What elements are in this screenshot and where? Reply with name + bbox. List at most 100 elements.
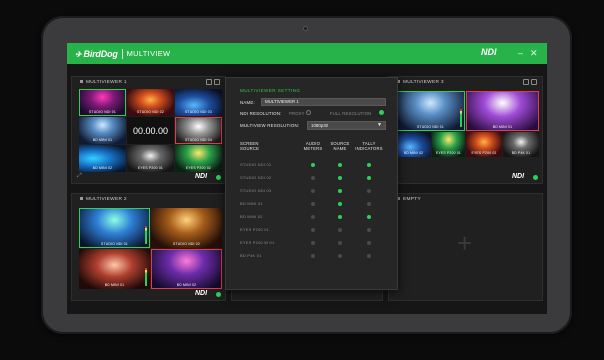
panel-title: MULTIVIEWER 2 [80, 197, 127, 202]
name-label: NAME: [240, 100, 255, 105]
tile-label: STUDIO NDI 04 [185, 138, 212, 142]
multiview-resolution-select[interactable]: 1080p30 ▼ [307, 121, 386, 130]
source-tile[interactable]: BD P4K 01 [503, 132, 539, 157]
birddog-logo: BirdDog [75, 49, 118, 59]
dialog-title: MULTIVIEWER SETTING [240, 88, 301, 93]
source-tile[interactable]: STUDIO NDI 01 [396, 91, 465, 131]
source-tile[interactable]: STUDIO NDI 02 [127, 89, 174, 116]
empty-panel[interactable]: EMPTY + [388, 193, 543, 301]
source-name-toggle[interactable] [338, 162, 342, 167]
panel-header: MULTIVIEWER 1 [72, 77, 225, 89]
add-multiviewer-icon[interactable]: + [457, 228, 472, 259]
tally-toggle[interactable] [367, 214, 371, 219]
tile-label: EYES P200 02 [185, 166, 212, 170]
tile-label: BD MINI 01 [492, 125, 513, 129]
tile-label: STUDIO NDI 01 [101, 242, 128, 246]
tile-label: BD MINI 01 [104, 283, 125, 287]
source-name-toggle[interactable] [338, 188, 342, 193]
tally-toggle[interactable] [367, 253, 371, 258]
tally-toggle[interactable] [367, 175, 371, 180]
brand: BirdDog MULTIVIEW [75, 47, 170, 60]
source-tile[interactable]: BD MINI 02 [396, 132, 431, 157]
fullscreen-icon[interactable] [531, 79, 537, 85]
source-name-toggle[interactable] [338, 227, 342, 232]
product-name: MULTIVIEW [126, 49, 171, 58]
source-tile[interactable]: BD MINI 01 [79, 249, 150, 289]
audio-toggle[interactable] [311, 188, 315, 193]
multiviewer-settings-dialog: MULTIVIEWER SETTING NAME: MULTIVIEWER 1 … [225, 77, 398, 290]
multiview-resolution-label: MULTIVIEW RESOLUTION: [240, 123, 300, 128]
status-indicator [216, 292, 221, 297]
source-tile[interactable]: STUDIO NDI 03 [175, 89, 222, 116]
proxy-option-label: PROXY [289, 111, 305, 116]
camera-lens [303, 26, 308, 31]
column-header-tally: TALLY INDICATORS [355, 141, 383, 151]
ndi-resolution-label: NDI RESOLUTION: [240, 111, 282, 116]
proxy-radio[interactable] [306, 110, 311, 115]
source-name-toggle[interactable] [338, 175, 342, 180]
audio-toggle[interactable] [311, 227, 315, 232]
tile-label: STUDIO NDI 01 [417, 125, 444, 129]
tally-toggle[interactable] [367, 201, 371, 206]
source-name-toggle[interactable] [338, 201, 342, 206]
settings-icon[interactable] [523, 79, 529, 85]
minimize-button[interactable]: – [518, 47, 523, 59]
panel-header: MULTIVIEWER 3 [389, 77, 542, 89]
source-tile[interactable]: BD MINI 02 [79, 145, 126, 172]
source-name-toggle[interactable] [338, 240, 342, 245]
audio-toggle[interactable] [311, 162, 315, 167]
fullscreen-icon[interactable] [214, 79, 220, 85]
settings-icon[interactable] [206, 79, 212, 85]
ndi-logo: NDI [481, 47, 497, 57]
tally-toggle[interactable] [367, 240, 371, 245]
source-tile[interactable]: STUDIO NDI 02 [151, 208, 222, 248]
ndi-logo: NDI [195, 173, 208, 180]
tile-label: BD MINI 01 [92, 138, 113, 142]
status-indicator [216, 175, 221, 180]
panel-controls [523, 79, 537, 85]
source-name-toggle[interactable] [338, 253, 342, 258]
audio-toggle[interactable] [311, 253, 315, 258]
tile-label: BD MINI 02 [176, 283, 197, 287]
source-tile[interactable]: STUDIO NDI 04 [175, 117, 222, 144]
full-resolution-radio[interactable] [379, 110, 384, 115]
source-tile[interactable]: EYES P200 01 [432, 132, 465, 157]
audio-toggle[interactable] [311, 214, 315, 219]
tally-toggle[interactable] [367, 188, 371, 193]
audio-toggle[interactable] [311, 175, 315, 180]
source-tile[interactable]: STUDIO NDI 01 [79, 89, 126, 116]
name-input[interactable]: MULTIVIEWER 1 [261, 98, 386, 106]
column-header-source: SCREEN SOURCE [240, 141, 260, 151]
source-name: STUDIO NDI 03 [240, 188, 272, 193]
panel-controls [206, 79, 220, 85]
audio-toggle[interactable] [311, 240, 315, 245]
source-tile[interactable]: EYES P200 01 [127, 145, 174, 172]
source-name: BD MINI 01 [240, 201, 263, 206]
audio-meter [145, 226, 147, 244]
panel-title: MULTIVIEWER 1 [80, 80, 127, 85]
multiviewer-panel-3[interactable]: MULTIVIEWER 3 STUDIO NDI 01 BD MINI 01 B… [388, 76, 543, 184]
source-tile[interactable]: EYES P200 02 [175, 145, 222, 172]
source-tile[interactable]: EYES P200 02 [466, 132, 502, 157]
ndi-logo: NDI [195, 290, 208, 297]
source-tile[interactable]: BD MINI 01 [79, 117, 126, 144]
expand-icon[interactable]: ⤢ [77, 173, 82, 180]
source-name-toggle[interactable] [338, 214, 342, 219]
audio-toggle[interactable] [311, 201, 315, 206]
source-tile[interactable]: BD MINI 02 [151, 249, 222, 289]
tally-toggle[interactable] [367, 227, 371, 232]
multiviewer-panel-2[interactable]: MULTIVIEWER 2 STUDIO NDI 01 STUDIO NDI 0… [71, 193, 226, 301]
select-value: 1080p30 [311, 123, 329, 128]
audio-meter [460, 109, 462, 127]
source-tile[interactable]: STUDIO NDI 01 [79, 208, 150, 248]
chevron-down-icon: ▼ [377, 122, 382, 128]
tile-label: STUDIO NDI 02 [137, 110, 164, 114]
panel-title: MULTIVIEWER 3 [397, 80, 444, 85]
source-name: EYES P200 W 01 [240, 240, 275, 245]
multiviewer-panel-1[interactable]: MULTIVIEWER 1 STUDIO NDI 01 STUDIO NDI 0… [71, 76, 226, 184]
source-name: EYES P200 01 [240, 227, 270, 232]
source-tile[interactable]: BD MINI 01 [466, 91, 539, 131]
source-name: BD P4K 01 [240, 253, 262, 258]
close-button[interactable]: ✕ [530, 47, 538, 59]
tally-toggle[interactable] [367, 162, 371, 167]
